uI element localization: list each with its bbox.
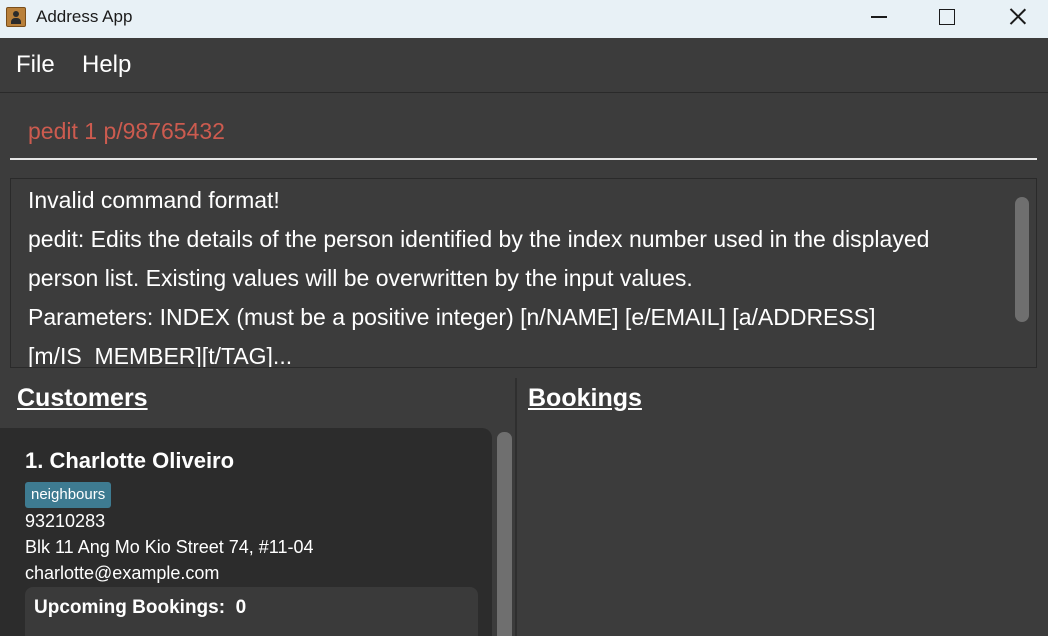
address-book-icon: [6, 7, 26, 27]
result-line: person list. Existing values will be ove…: [28, 265, 693, 291]
result-line: Parameters: INDEX (must be a positive in…: [28, 304, 876, 330]
window-title: Address App: [36, 7, 133, 26]
close-button[interactable]: [981, 0, 1048, 34]
upcoming-bookings-label: Upcoming Bookings: 0: [34, 597, 247, 618]
title-bar: Address App: [0, 0, 1048, 38]
result-display: Invalid command format! pedit: Edits the…: [10, 178, 1037, 368]
command-input-text: pedit 1 p/98765432: [28, 118, 225, 144]
customer-name: 1. Charlotte Oliveiro: [25, 448, 235, 473]
customer-tag: neighbours: [25, 482, 112, 508]
pane-divider[interactable]: [515, 378, 517, 636]
bookings-title: Bookings: [528, 384, 642, 412]
minimize-button[interactable]: [843, 0, 913, 34]
result-line: Invalid command format!: [28, 187, 280, 213]
upcoming-bookings-box: Upcoming Bookings: 0: [25, 587, 478, 636]
result-line: [m/IS_MEMBER][t/TAG]...: [28, 343, 293, 368]
result-scrollbar[interactable]: [1015, 197, 1029, 322]
menu-help[interactable]: Help: [82, 51, 131, 79]
menu-file[interactable]: File: [16, 51, 55, 79]
customer-phone: 93210283: [25, 511, 106, 531]
customer-email: charlotte@example.com: [25, 563, 220, 583]
result-text: Invalid command format! pedit: Edits the…: [28, 181, 1008, 368]
bookings-list: [517, 428, 1048, 636]
customer-list-scrollbar[interactable]: [497, 432, 512, 636]
command-input[interactable]: pedit 1 p/98765432: [10, 104, 1037, 160]
customer-address: Blk 11 Ang Mo Kio Street 74, #11-04: [25, 537, 314, 557]
maximize-button[interactable]: [911, 0, 981, 34]
result-line: pedit: Edits the details of the person i…: [28, 226, 930, 252]
menu-bar: File Help: [0, 38, 1048, 93]
customers-title: Customers: [17, 384, 148, 412]
